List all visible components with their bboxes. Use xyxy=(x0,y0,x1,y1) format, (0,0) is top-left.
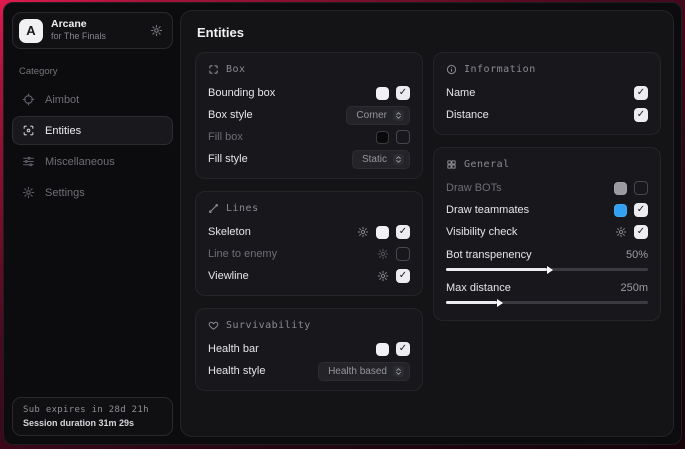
health-style-select[interactable]: Health based xyxy=(318,362,410,381)
sidebar-item-miscellaneous[interactable]: Miscellaneous xyxy=(12,147,173,176)
box-card: Box Bounding box Box style xyxy=(195,52,423,179)
bot-transparency-slider-group: Bot transpenency 50% xyxy=(446,246,648,271)
slider-value: 250m xyxy=(620,282,648,294)
setting-row-viewline: Viewline xyxy=(208,265,410,287)
sidebar-nav: Aimbot Entities xyxy=(12,85,173,207)
setting-row-bounding-box: Bounding box xyxy=(208,82,410,104)
left-column: Box Bounding box Box style xyxy=(195,52,423,391)
card-header-label: Information xyxy=(464,64,536,75)
fill-style-select[interactable]: Static xyxy=(352,150,410,169)
line-icon xyxy=(208,203,219,214)
setting-row-health-bar: Health bar xyxy=(208,338,410,360)
sliders-icon xyxy=(22,155,35,168)
sidebar-item-label: Aimbot xyxy=(45,94,79,106)
card-header-label: Lines xyxy=(226,203,259,214)
setting-row-name: Name xyxy=(446,82,648,104)
survivability-card: Survivability Health bar Health style xyxy=(195,308,423,391)
color-swatch[interactable] xyxy=(614,204,627,217)
card-header-label: General xyxy=(464,159,510,170)
general-card: General Draw BOTs Draw teammates xyxy=(433,147,661,321)
lines-card: Lines Skeleton xyxy=(195,191,423,296)
gear-icon[interactable] xyxy=(150,24,163,37)
chevron-up-down-icon xyxy=(393,110,404,121)
chevron-up-down-icon xyxy=(393,154,404,165)
max-distance-slider-group: Max distance 250m xyxy=(446,279,648,304)
slider-thumb[interactable] xyxy=(497,299,503,307)
sidebar-item-settings[interactable]: Settings xyxy=(12,178,173,207)
info-icon xyxy=(446,64,457,75)
checkbox-unchecked[interactable] xyxy=(396,130,410,144)
heart-icon xyxy=(208,320,219,331)
grid-icon xyxy=(446,159,457,170)
page-title: Entities xyxy=(197,25,661,40)
checkbox-checked[interactable] xyxy=(396,342,410,356)
information-card: Information Name Distance xyxy=(433,52,661,135)
app-logo: A xyxy=(19,19,43,43)
sidebar-item-aimbot[interactable]: Aimbot xyxy=(12,85,173,114)
color-swatch[interactable] xyxy=(614,182,627,195)
color-swatch[interactable] xyxy=(376,131,389,144)
sub-expiry-text: Sub expires in 28d 21h xyxy=(23,405,162,415)
brand-card: A Arcane for The Finals xyxy=(12,12,173,49)
chevron-up-down-icon xyxy=(393,366,404,377)
slider-value: 50% xyxy=(626,249,648,261)
max-distance-slider[interactable] xyxy=(446,301,648,304)
crosshair-icon xyxy=(22,93,35,106)
setting-row-line-to-enemy: Line to enemy xyxy=(208,243,410,265)
setting-row-box-style: Box style Corner xyxy=(208,104,410,126)
checkbox-unchecked[interactable] xyxy=(396,247,410,261)
gear-icon[interactable] xyxy=(357,226,369,238)
gear-icon[interactable] xyxy=(377,248,389,260)
sidebar-item-label: Miscellaneous xyxy=(45,156,115,168)
setting-row-draw-teammates: Draw teammates xyxy=(446,199,648,221)
desktop-background: A Arcane for The Finals Category xyxy=(0,0,685,449)
setting-row-fill-style: Fill style Static xyxy=(208,148,410,170)
app-subtitle: for The Finals xyxy=(51,31,142,42)
scan-icon xyxy=(22,124,35,137)
setting-row-fill-box: Fill box xyxy=(208,126,410,148)
setting-row-draw-bots: Draw BOTs xyxy=(446,177,648,199)
slider-thumb[interactable] xyxy=(547,266,553,274)
right-column: Information Name Distance xyxy=(433,52,661,321)
color-swatch[interactable] xyxy=(376,226,389,239)
color-swatch[interactable] xyxy=(376,87,389,100)
checkbox-checked[interactable] xyxy=(634,225,648,239)
checkbox-checked[interactable] xyxy=(634,86,648,100)
setting-row-skeleton: Skeleton xyxy=(208,221,410,243)
setting-row-distance: Distance xyxy=(446,104,648,126)
box-style-select[interactable]: Corner xyxy=(346,106,410,125)
checkbox-checked[interactable] xyxy=(396,225,410,239)
session-duration-text: Session duration 31m 29s xyxy=(23,418,162,428)
checkbox-unchecked[interactable] xyxy=(634,181,648,195)
card-header-label: Box xyxy=(226,64,246,75)
gear-icon[interactable] xyxy=(615,226,627,238)
bot-transparency-slider[interactable] xyxy=(446,268,648,271)
sidebar-item-label: Settings xyxy=(45,187,85,199)
gear-icon xyxy=(22,186,35,199)
checkbox-checked[interactable] xyxy=(396,269,410,283)
sidebar: A Arcane for The Finals Category xyxy=(4,3,180,444)
checkbox-checked[interactable] xyxy=(396,86,410,100)
session-info-card: Sub expires in 28d 21h Session duration … xyxy=(12,397,173,436)
gear-icon[interactable] xyxy=(377,270,389,282)
sidebar-item-entities[interactable]: Entities xyxy=(12,116,173,145)
color-swatch[interactable] xyxy=(376,343,389,356)
setting-row-health-style: Health style Health based xyxy=(208,360,410,382)
setting-row-visibility-check: Visibility check xyxy=(446,221,648,243)
card-header-label: Survivability xyxy=(226,320,311,331)
bounding-box-icon xyxy=(208,64,219,75)
app-window: A Arcane for The Finals Category xyxy=(3,2,682,445)
main-panel: Entities Box xyxy=(180,10,674,437)
app-title: Arcane xyxy=(51,18,142,31)
category-label: Category xyxy=(19,66,173,77)
checkbox-checked[interactable] xyxy=(634,203,648,217)
sidebar-item-label: Entities xyxy=(45,125,81,137)
checkbox-checked[interactable] xyxy=(634,108,648,122)
